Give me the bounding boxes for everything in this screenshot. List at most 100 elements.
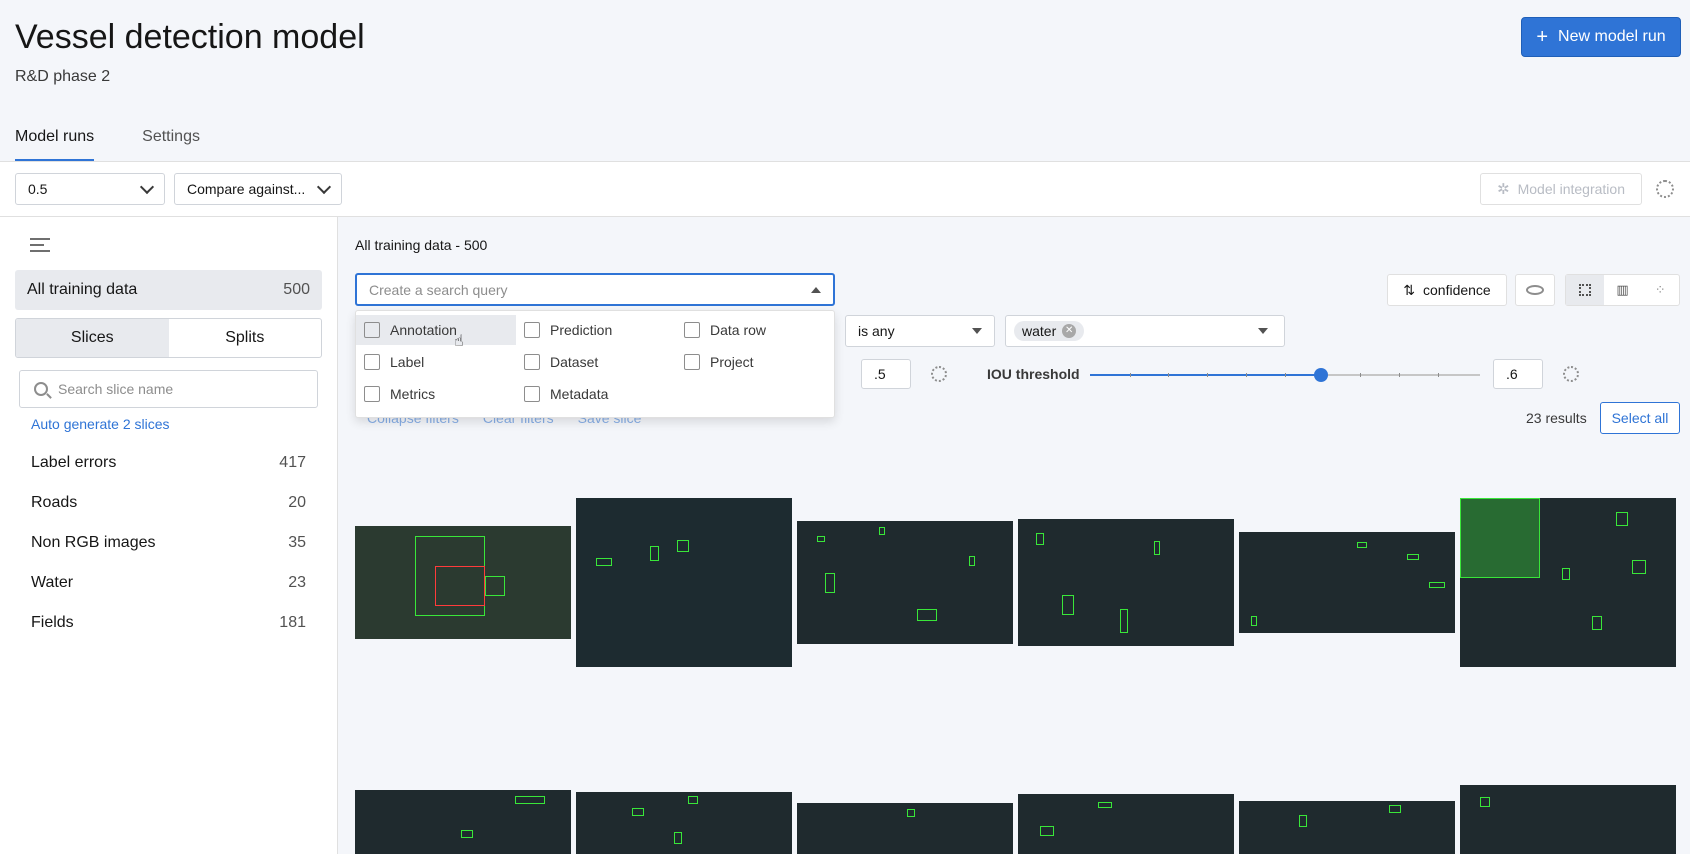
search-icon (34, 382, 48, 396)
dropdown-item-prediction[interactable]: Prediction (516, 315, 676, 345)
scatter-view-button[interactable]: ⁘ (1641, 275, 1679, 305)
iou-slider-handle[interactable] (1314, 368, 1328, 382)
slice-item[interactable]: Roads 20 (31, 494, 306, 518)
filter-chip-label: water (1022, 323, 1057, 339)
slider-tick (1207, 373, 1208, 377)
search-query-input[interactable]: Create a search query (355, 273, 835, 306)
dropdown-item-annotation[interactable]: Annotation (356, 315, 516, 345)
all-training-data-item[interactable]: All training data 500 (15, 270, 322, 310)
tab-model-runs[interactable]: Model runs (15, 120, 95, 162)
image-thumbnail[interactable] (1460, 785, 1676, 854)
slice-count: 23 (288, 574, 306, 591)
gear-icon[interactable] (931, 366, 947, 382)
caret-up-icon[interactable] (811, 286, 821, 293)
slider-tick (1438, 373, 1439, 377)
slice-search-input[interactable]: Search slice name (19, 370, 318, 408)
plus-icon: + (1536, 26, 1549, 48)
filter-value-select[interactable]: water ✕ (1005, 315, 1285, 347)
image-thumbnail[interactable] (355, 526, 571, 639)
slice-name: Roads (31, 494, 78, 511)
all-training-label: All training data (27, 281, 138, 298)
toggle-slices[interactable]: Slices (16, 319, 169, 357)
dataset-heading: All training data - 500 (355, 237, 488, 253)
slice-count: 181 (279, 614, 306, 631)
image-thumbnail[interactable] (1239, 532, 1455, 633)
view-toggle: ▥ ⁘ (1565, 274, 1680, 306)
gear-icon[interactable] (1563, 366, 1579, 382)
folder-icon (684, 354, 700, 370)
dropdown-item-label: Annotation (390, 322, 457, 338)
image-thumbnail[interactable] (1018, 519, 1234, 646)
image-thumbnail[interactable] (576, 498, 792, 667)
slice-item[interactable]: Label errors 417 (31, 454, 306, 478)
collapse-menu-icon[interactable] (30, 238, 50, 252)
slice-name: Non RGB images (31, 534, 156, 551)
confidence-value-input[interactable]: .5 (861, 359, 911, 389)
slider-tick (1130, 373, 1131, 377)
model-integration-button[interactable]: ✲ Model integration (1480, 173, 1642, 205)
image-thumbnail[interactable] (1239, 801, 1455, 854)
dropdown-item-dataset[interactable]: Dataset (516, 347, 676, 377)
visibility-button[interactable] (1515, 274, 1555, 306)
dropdown-item-label: Label (390, 354, 425, 370)
dropdown-item-label[interactable]: Label (356, 347, 516, 377)
select-all-button[interactable]: Select all (1600, 402, 1680, 434)
tab-settings[interactable]: Settings (142, 120, 200, 162)
slice-name: Fields (31, 614, 74, 631)
slices-splits-toggle: Slices Splits (15, 318, 322, 358)
filter-chip[interactable]: water ✕ (1014, 321, 1085, 341)
image-thumbnail[interactable] (576, 792, 792, 854)
search-query-placeholder: Create a search query (369, 281, 508, 298)
cube-icon (684, 322, 700, 338)
chart-view-button[interactable]: ▥ (1604, 275, 1642, 305)
grid-icon (1578, 284, 1591, 296)
dropdown-item-data-row[interactable]: Data row (676, 315, 836, 345)
image-thumbnail[interactable] (355, 790, 571, 854)
dropdown-item-label: Metadata (550, 386, 609, 402)
dropdown-item-project[interactable]: Project (676, 347, 836, 377)
page-title: Vessel detection model (15, 18, 365, 56)
image-thumbnail[interactable] (1018, 794, 1234, 854)
dropdown-item-metrics[interactable]: Metrics (356, 379, 516, 409)
slice-count: 35 (288, 534, 306, 551)
image-thumbnail[interactable] (797, 521, 1013, 644)
scatter-icon: ⁘ (1654, 282, 1666, 297)
image-thumbnail[interactable] (797, 803, 1013, 854)
toggle-splits[interactable]: Splits (169, 319, 322, 357)
slider-tick (1399, 373, 1400, 377)
dropdown-item-label: Prediction (550, 322, 613, 338)
grid-view-button[interactable] (1566, 275, 1604, 305)
integration-icon: ✲ (1497, 181, 1510, 198)
prediction-icon (524, 322, 540, 338)
sort-icon: ⇅ (1403, 281, 1415, 298)
dropdown-item-label: Dataset (550, 354, 599, 370)
iou-threshold-label: IOU threshold (987, 366, 1080, 382)
slice-item[interactable]: Fields 181 (31, 614, 306, 638)
caret-down-icon (1258, 328, 1268, 334)
compare-label: Compare against... (187, 181, 306, 197)
results-count: 23 results (1526, 410, 1587, 426)
new-model-run-button[interactable]: + New model run (1521, 17, 1681, 57)
image-thumbnail[interactable] (1460, 498, 1676, 667)
hand-cursor-icon: ☝ (454, 333, 464, 350)
filter-operator-value: is any (858, 323, 895, 339)
dropdown-item-metadata[interactable]: Metadata (516, 379, 676, 409)
sort-button[interactable]: ⇅ confidence (1387, 274, 1507, 306)
iou-value-input[interactable]: .6 (1493, 359, 1543, 389)
compare-select[interactable]: Compare against... (174, 173, 342, 205)
page-subtitle: R&D phase 2 (15, 68, 111, 85)
slice-item[interactable]: Non RGB images 35 (31, 534, 306, 558)
gear-icon[interactable] (1656, 180, 1674, 198)
all-training-count: 500 (283, 281, 310, 298)
slider-tick (1285, 373, 1286, 377)
slice-search-placeholder: Search slice name (58, 381, 174, 397)
close-icon[interactable]: ✕ (1062, 324, 1077, 338)
metadata-icon (524, 386, 540, 402)
model-run-select[interactable]: 0.5 (15, 173, 165, 205)
slice-item[interactable]: Water 23 (31, 574, 306, 598)
filter-operator-select[interactable]: is any (845, 315, 995, 347)
tab-bar: Model runs Settings (15, 120, 200, 162)
sort-label: confidence (1423, 282, 1491, 298)
slice-count: 20 (288, 494, 306, 511)
auto-generate-link[interactable]: Auto generate 2 slices (31, 416, 170, 432)
